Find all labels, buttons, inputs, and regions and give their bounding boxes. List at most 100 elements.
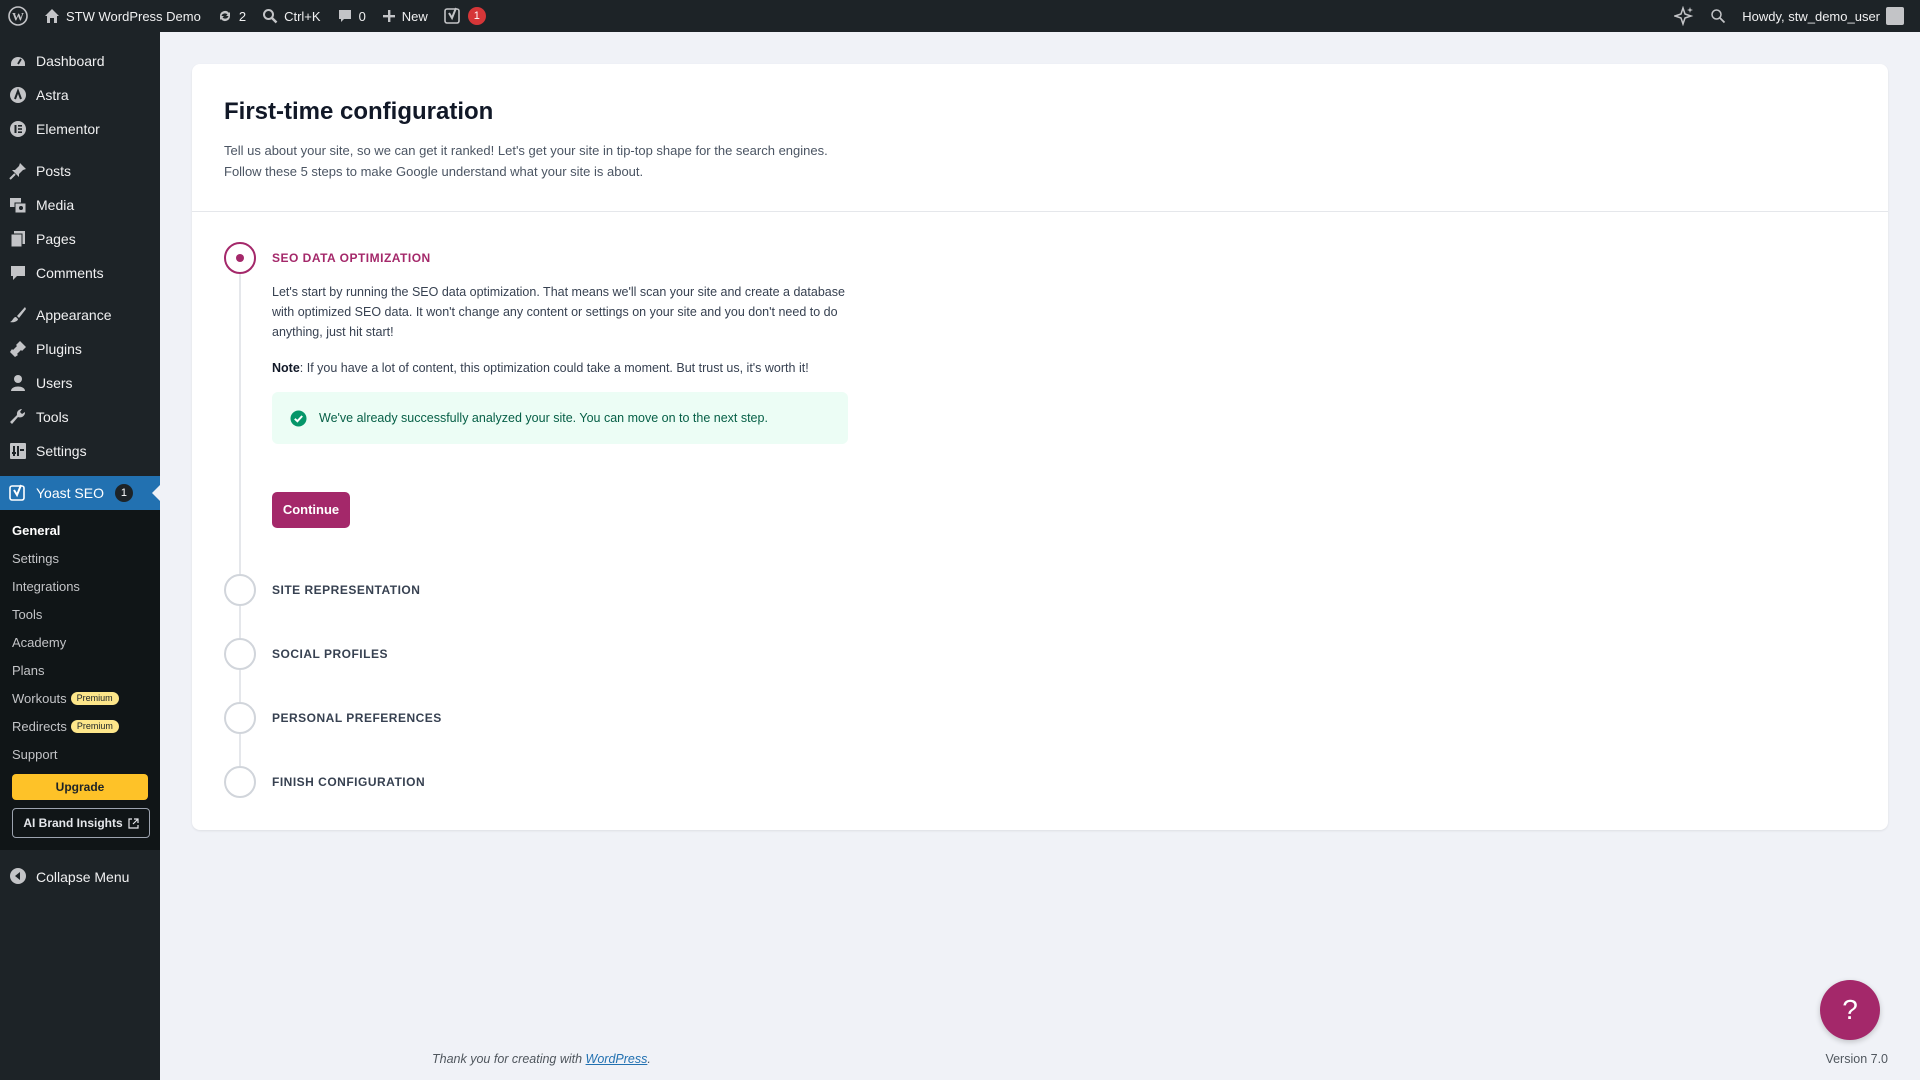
step-seo-data-optimization: SEO data optimization bbox=[224, 242, 1888, 274]
submenu-label: Plans bbox=[12, 662, 45, 678]
sidebar-item-plugins[interactable]: Plugins bbox=[0, 332, 160, 366]
sidebar-item-dashboard[interactable]: Dashboard bbox=[0, 44, 160, 78]
success-alert: We've already successfully analyzed your… bbox=[272, 392, 848, 444]
step-title: SEO data optimization bbox=[272, 251, 431, 265]
step-title: Finish configuration bbox=[272, 775, 426, 789]
updates-link[interactable]: 2 bbox=[209, 0, 254, 32]
note-text: : If you have a lot of content, this opt… bbox=[299, 361, 809, 375]
sidebar-label: Pages bbox=[36, 231, 76, 247]
submenu-item-general[interactable]: General bbox=[0, 516, 160, 544]
step-indicator bbox=[224, 702, 256, 734]
sidebar-item-pages[interactable]: Pages bbox=[0, 222, 160, 256]
wordpress-link[interactable]: WordPress bbox=[586, 1052, 648, 1066]
step-title: Site representation bbox=[272, 583, 421, 597]
submenu-item-academy[interactable]: Academy bbox=[0, 628, 160, 656]
sidebar-label: Comments bbox=[36, 265, 104, 281]
step-note: Note: If you have a lot of content, this… bbox=[272, 358, 852, 378]
comments-count: 0 bbox=[358, 8, 366, 24]
search-icon bbox=[1711, 9, 1726, 24]
step-finish-configuration[interactable]: Finish configuration bbox=[224, 750, 1888, 814]
site-name-link[interactable]: STW WordPress Demo bbox=[36, 0, 209, 32]
step-description: Let's start by running the SEO data opti… bbox=[272, 285, 845, 339]
help-button[interactable]: ? bbox=[1820, 980, 1880, 1040]
sidebar-label: Appearance bbox=[36, 307, 112, 323]
step-title: Personal preferences bbox=[272, 711, 442, 725]
sidebar-label: Posts bbox=[36, 163, 72, 179]
yoast-icon bbox=[9, 484, 27, 502]
sidebar-item-settings[interactable]: Settings bbox=[0, 434, 160, 468]
submenu-label: Workouts bbox=[12, 690, 67, 706]
step-content: Let's start by running the SEO data opti… bbox=[272, 282, 852, 528]
new-label: New bbox=[401, 8, 428, 24]
sidebar-item-elementor[interactable]: Elementor bbox=[0, 112, 160, 146]
refresh-icon bbox=[219, 10, 230, 21]
sidebar-item-appearance[interactable]: Appearance bbox=[0, 298, 160, 332]
sparkle-icon bbox=[1674, 6, 1694, 26]
search-icon bbox=[263, 9, 278, 24]
elementor-icon bbox=[9, 120, 27, 138]
svg-text:W: W bbox=[12, 10, 24, 24]
sidebar-item-astra[interactable]: Astra bbox=[0, 78, 160, 112]
comments-link[interactable]: 0 bbox=[329, 0, 374, 32]
note-label: Note bbox=[272, 361, 300, 375]
submenu-item-workouts[interactable]: Workouts Premium bbox=[0, 684, 160, 712]
search-shortcut[interactable]: Ctrl+K bbox=[254, 0, 328, 32]
updates-count: 2 bbox=[238, 8, 247, 24]
wordpress-logo[interactable]: W bbox=[0, 0, 36, 32]
sidebar-item-media[interactable]: Media bbox=[0, 188, 160, 222]
footer-thanks: Thank you for creating with WordPress. bbox=[432, 1052, 651, 1066]
pin-icon bbox=[9, 162, 27, 180]
submenu-item-tools[interactable]: Tools bbox=[0, 600, 160, 628]
avatar bbox=[1886, 7, 1904, 25]
sidebar-item-yoast-seo[interactable]: Yoast SEO 1 bbox=[0, 476, 160, 510]
site-name: STW WordPress Demo bbox=[66, 8, 201, 24]
step-personal-preferences[interactable]: Personal preferences bbox=[224, 686, 1888, 750]
step-site-representation[interactable]: Site representation bbox=[224, 558, 1888, 622]
brush-icon bbox=[9, 306, 27, 324]
submenu-item-settings[interactable]: Settings bbox=[0, 544, 160, 572]
yoast-icon bbox=[444, 7, 460, 24]
footer-thanks-prefix: Thank you for creating with bbox=[432, 1052, 586, 1066]
check-circle-icon bbox=[290, 410, 307, 426]
yoast-adminbar-link[interactable]: 1 bbox=[436, 0, 494, 32]
new-content-link[interactable]: New bbox=[374, 0, 436, 32]
sidebar-label: Dashboard bbox=[36, 53, 105, 69]
step-title: Social profiles bbox=[272, 647, 388, 661]
pages-icon bbox=[9, 230, 27, 248]
sidebar-label: Plugins bbox=[36, 341, 82, 357]
step-social-profiles[interactable]: Social profiles bbox=[224, 622, 1888, 686]
adminbar-search-button[interactable] bbox=[1702, 0, 1734, 32]
sidebar-label: Elementor bbox=[36, 121, 100, 137]
sidebar-item-posts[interactable]: Posts bbox=[0, 154, 160, 188]
media-icon bbox=[9, 196, 27, 214]
sidebar-label: Settings bbox=[36, 443, 87, 459]
yoast-submenu: General Settings Integrations Tools Acad… bbox=[0, 510, 160, 850]
step-indicator-active bbox=[224, 242, 256, 274]
submenu-item-support[interactable]: Support bbox=[0, 740, 160, 768]
continue-button[interactable]: Continue bbox=[272, 492, 350, 528]
configuration-card: First-time configuration Tell us about y… bbox=[192, 64, 1888, 830]
sidebar-label: Tools bbox=[36, 409, 69, 425]
ai-brand-insights-button[interactable]: AI Brand Insights bbox=[12, 808, 150, 838]
settings-icon bbox=[9, 442, 27, 460]
success-text: We've already successfully analyzed your… bbox=[319, 411, 768, 425]
sidebar-item-comments[interactable]: Comments bbox=[0, 256, 160, 290]
premium-badge: Premium bbox=[70, 719, 119, 733]
ai-sparkle-button[interactable] bbox=[1666, 0, 1702, 32]
card-header: First-time configuration Tell us about y… bbox=[192, 64, 1888, 212]
collapse-menu-button[interactable]: Collapse Menu bbox=[0, 860, 160, 894]
external-link-icon bbox=[128, 817, 139, 829]
greeting-text: Howdy, stw_demo_user bbox=[1742, 8, 1880, 24]
submenu-item-redirects[interactable]: Redirects Premium bbox=[0, 712, 160, 740]
page-description: Tell us about your site, so we can get i… bbox=[224, 143, 828, 179]
account-menu[interactable]: Howdy, stw_demo_user bbox=[1734, 0, 1912, 32]
submenu-item-plans[interactable]: Plans bbox=[0, 656, 160, 684]
upgrade-button[interactable]: Upgrade bbox=[12, 774, 148, 800]
submenu-label: Redirects bbox=[12, 718, 67, 734]
admin-sidebar: Dashboard Astra Elementor Posts Media Pa… bbox=[0, 32, 160, 1080]
sidebar-item-users[interactable]: Users bbox=[0, 366, 160, 400]
premium-badge: Premium bbox=[70, 691, 119, 705]
submenu-item-integrations[interactable]: Integrations bbox=[0, 572, 160, 600]
comment-icon bbox=[9, 264, 27, 282]
sidebar-item-tools[interactable]: Tools bbox=[0, 400, 160, 434]
